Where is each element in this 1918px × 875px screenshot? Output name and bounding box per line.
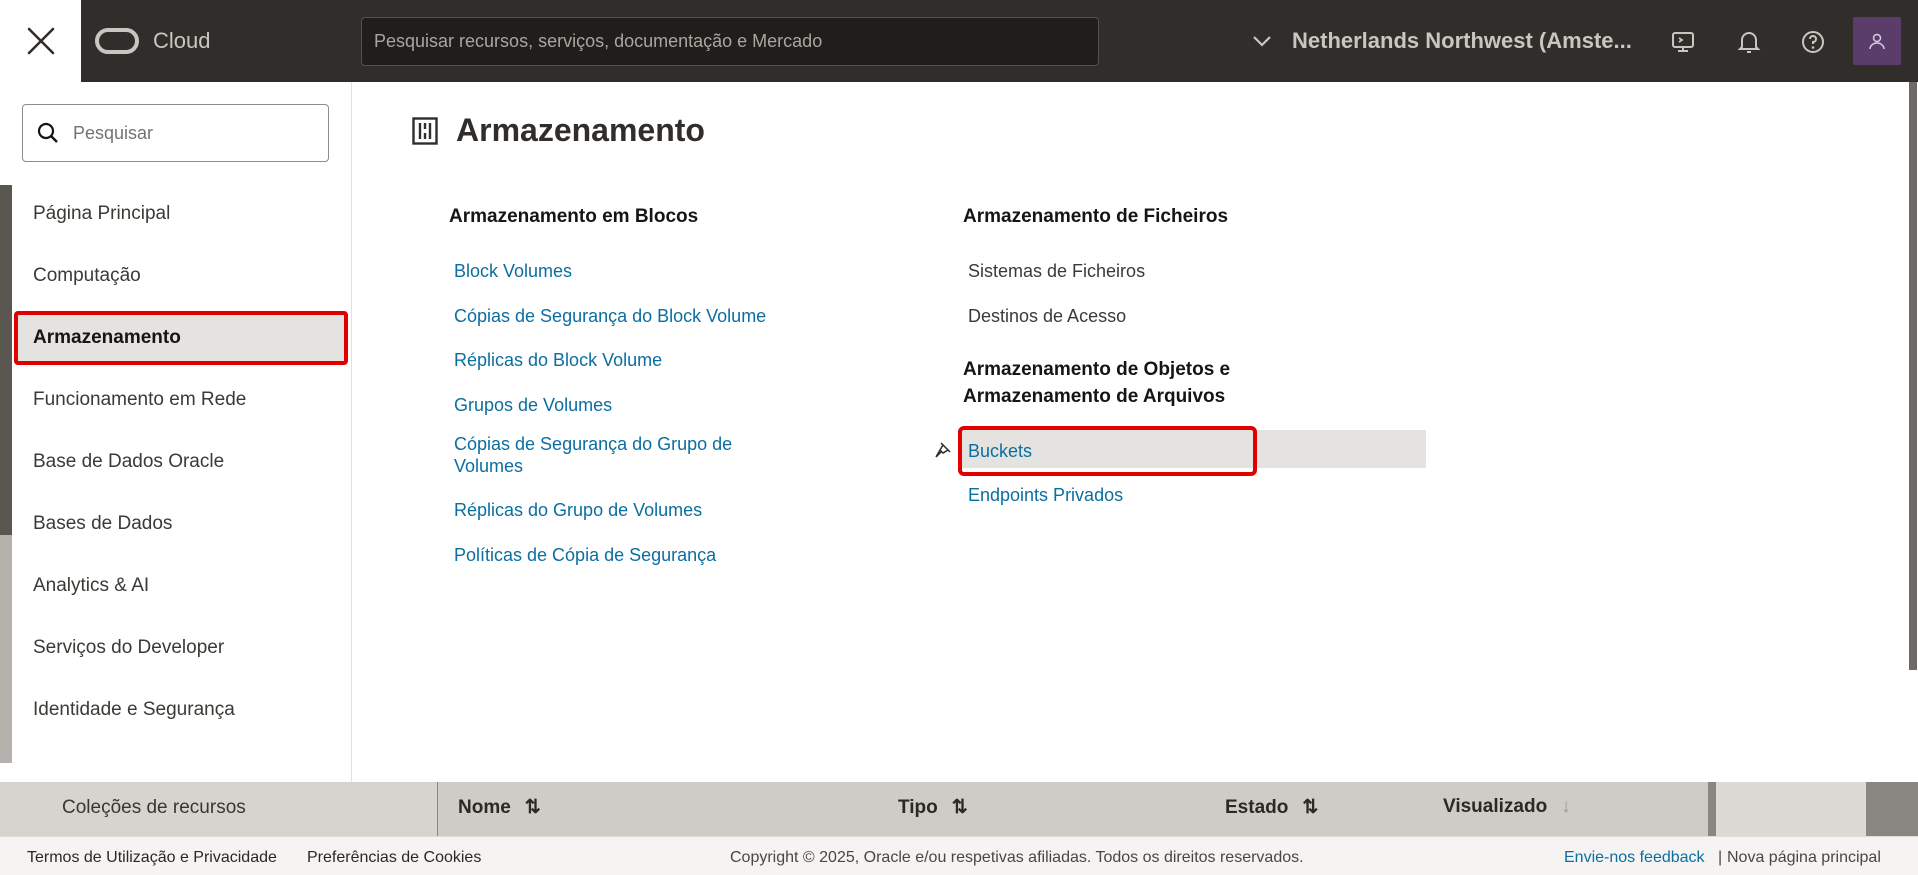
nav-item-computacao[interactable]: Computação — [14, 249, 348, 303]
block-storage-heading: Armazenamento em Blocos — [449, 206, 699, 227]
object-storage-heading-line1: Armazenamento de Objetos e — [963, 359, 1231, 380]
nav-item-servicos-do-developer[interactable]: Serviços do Developer — [14, 621, 348, 675]
oracle-cloud-logo[interactable]: Cloud — [95, 28, 210, 54]
link-block-volume-backups[interactable]: Cópias de Segurança do Block Volume — [454, 305, 766, 327]
storage-icon — [412, 116, 438, 145]
nav-item-bases-de-dados[interactable]: Bases de Dados — [14, 497, 348, 551]
column-visualizado[interactable]: Visualizado ↓ — [1443, 796, 1571, 818]
close-icon — [27, 27, 54, 55]
background-sidebar: Coleções de recursos — [0, 782, 437, 836]
background-table-header: Nome ⇅ Tipo ⇅ Estado ⇅ Visualizado ↓ — [438, 782, 1708, 836]
cookie-preferences-link[interactable]: Preferências de Cookies — [307, 849, 481, 867]
cloud-shell-icon — [1672, 32, 1694, 52]
menu-scrollbar-thumb[interactable] — [0, 185, 12, 535]
section-title: Armazenamento — [412, 112, 705, 149]
column-tipo[interactable]: Tipo ⇅ — [898, 796, 968, 819]
buckets-highlight-box — [958, 426, 1257, 476]
background-sidebar-item[interactable]: Coleções de recursos — [62, 797, 246, 819]
terms-link[interactable]: Termos de Utilização e Privacidade — [27, 849, 277, 867]
copyright-text: Copyright © 2025, Oracle e/ou respetivas… — [730, 849, 1304, 866]
background-panel — [1716, 782, 1866, 836]
menu-search-field[interactable] — [22, 104, 329, 162]
oracle-logo-icon — [95, 28, 139, 54]
link-volume-groups[interactable]: Grupos de Volumes — [454, 394, 612, 416]
global-search-placeholder: Pesquisar recursos, serviços, documentaç… — [374, 31, 823, 51]
object-storage-heading-line2: Armazenamento de Arquivos — [963, 386, 1226, 407]
notifications-button[interactable] — [1735, 28, 1763, 56]
cloud-shell-button[interactable] — [1669, 28, 1697, 56]
new-home-link[interactable]: Nova página principal — [1727, 849, 1881, 867]
global-search-input[interactable]: Pesquisar recursos, serviços, documentaç… — [361, 17, 1099, 66]
user-icon — [1869, 33, 1885, 50]
chevron-down-icon — [1253, 36, 1271, 47]
region-label: Netherlands Northwest (Amste... — [1292, 28, 1632, 53]
sort-icon: ⇅ — [951, 797, 968, 818]
link-block-volume-replicas[interactable]: Réplicas do Block Volume — [454, 349, 662, 371]
sort-icon: ↓ — [1561, 796, 1571, 817]
nav-item-base-de-dados-oracle[interactable]: Base de Dados Oracle — [14, 435, 348, 489]
page-footer: Termos de Utilização e Privacidade Prefe… — [0, 836, 1918, 875]
link-block-volumes[interactable]: Block Volumes — [454, 260, 572, 282]
pin-icon[interactable] — [934, 441, 952, 459]
help-button[interactable] — [1799, 28, 1827, 56]
top-bar: Cloud Pesquisar recursos, serviços, docu… — [0, 0, 1918, 82]
nav-item-funcionamento-em-rede[interactable]: Funcionamento em Rede — [14, 373, 348, 427]
search-icon — [37, 122, 58, 143]
object-storage-heading: Armazenamento de Objetos e Armazenamento… — [963, 356, 1230, 410]
sort-icon: ⇅ — [524, 797, 541, 818]
profile-avatar-button[interactable] — [1853, 17, 1901, 65]
link-private-endpoints[interactable]: Endpoints Privados — [968, 484, 1123, 506]
column-nome[interactable]: Nome ⇅ — [458, 796, 541, 819]
link-backup-policies[interactable]: Políticas de Cópia de Segurança — [454, 544, 716, 566]
region-selector[interactable]: Netherlands Northwest (Amste... — [1252, 28, 1632, 54]
content-scrollbar-thumb[interactable] — [1909, 82, 1917, 670]
close-menu-button[interactable] — [0, 0, 81, 82]
content-scrollbar[interactable] — [1907, 82, 1918, 782]
nav-item-pagina-principal[interactable]: Página Principal — [14, 187, 348, 241]
column-estado[interactable]: Estado ⇅ — [1225, 796, 1318, 819]
footer-separator: | — [1718, 849, 1723, 866]
nav-item-identidade-e-seguranca[interactable]: Identidade e Segurança — [14, 683, 348, 737]
page-title: Armazenamento — [456, 112, 705, 148]
menu-scrollbar-track — [0, 535, 12, 763]
menu-search-input[interactable] — [73, 122, 293, 144]
bell-icon — [1737, 32, 1761, 53]
brand-label: Cloud — [153, 28, 211, 53]
feedback-link[interactable]: Envie-nos feedback — [1564, 849, 1705, 867]
link-mount-targets[interactable]: Destinos de Acesso — [968, 306, 1126, 327]
help-icon — [1802, 31, 1824, 53]
nav-item-armazenamento[interactable]: Armazenamento — [14, 311, 348, 365]
link-volume-group-replicas[interactable]: Réplicas do Grupo de Volumes — [454, 499, 702, 521]
file-storage-heading: Armazenamento de Ficheiros — [963, 206, 1229, 227]
link-volume-group-backups[interactable]: Cópias de Segurança do Grupo de Volumes — [454, 433, 754, 477]
navigation-menu: Página Principal Computação Armazenament… — [0, 82, 352, 782]
nav-item-analytics-ai[interactable]: Analytics & AI — [14, 559, 348, 613]
link-file-systems[interactable]: Sistemas de Ficheiros — [968, 261, 1145, 282]
sort-icon: ⇅ — [1302, 797, 1319, 818]
